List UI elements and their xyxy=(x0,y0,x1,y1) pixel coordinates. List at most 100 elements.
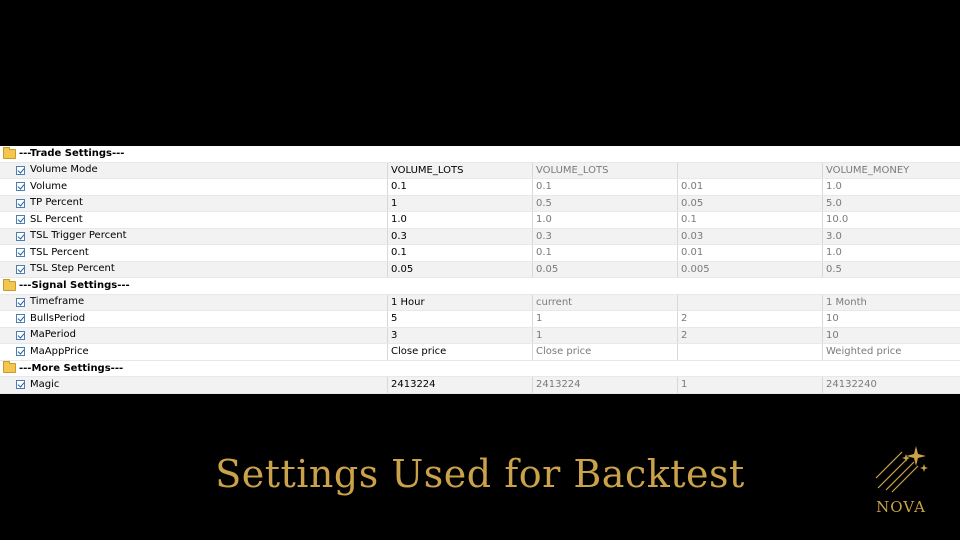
param-stop[interactable]: 0.5 xyxy=(822,261,960,277)
group-label: ---Trade Settings--- xyxy=(19,148,125,160)
checkbox-icon[interactable] xyxy=(16,198,25,208)
checkbox-icon[interactable] xyxy=(16,347,25,357)
table-row[interactable]: Volume Mode VOLUME_LOTS VOLUME_LOTS VOLU… xyxy=(0,162,960,179)
param-name: MaAppPrice xyxy=(30,345,89,357)
param-stop[interactable]: 24132240 xyxy=(822,377,960,393)
param-start[interactable]: Close price xyxy=(532,344,677,360)
group-label-wrap: ---Trade Settings--- xyxy=(3,146,124,162)
group-row-signal-settings[interactable]: ---Signal Settings--- xyxy=(0,278,960,295)
param-value[interactable]: 0.3 xyxy=(387,228,532,244)
table-row[interactable]: MaPeriod 3 1 2 10 xyxy=(0,327,960,344)
settings-table: ---Trade Settings--- Volume Mode VOLUME_… xyxy=(0,146,960,394)
param-name-cell: TP Percent xyxy=(16,196,386,212)
checkbox-icon[interactable] xyxy=(16,182,25,192)
param-value[interactable]: Close price xyxy=(387,344,532,360)
param-value[interactable]: 0.1 xyxy=(387,179,532,195)
param-stop[interactable]: 1.0 xyxy=(822,245,960,261)
param-step[interactable]: 0.1 xyxy=(677,212,822,228)
param-name-cell: TSL Trigger Percent xyxy=(16,229,386,245)
param-name-cell: Volume xyxy=(16,179,386,195)
checkbox-icon[interactable] xyxy=(16,248,25,258)
param-start[interactable]: 0.1 xyxy=(532,179,677,195)
param-step[interactable]: 2 xyxy=(677,327,822,343)
param-value[interactable]: 3 xyxy=(387,327,532,343)
param-step[interactable] xyxy=(677,344,822,360)
param-start[interactable]: 1 xyxy=(532,311,677,327)
param-name: Volume xyxy=(30,180,68,192)
param-name-cell: SL Percent xyxy=(16,212,386,228)
param-value[interactable]: 0.1 xyxy=(387,245,532,261)
param-name-cell: Magic xyxy=(16,377,386,393)
param-stop[interactable]: 10.0 xyxy=(822,212,960,228)
table-row[interactable]: TSL Percent 0.1 0.1 0.01 1.0 xyxy=(0,245,960,262)
nova-logo: NOVA xyxy=(868,440,934,520)
table-row[interactable]: MaAppPrice Close price Close price Weigh… xyxy=(0,344,960,361)
param-stop[interactable]: VOLUME_MONEY xyxy=(822,162,960,178)
param-step[interactable]: 0.01 xyxy=(677,179,822,195)
table-row[interactable]: Volume 0.1 0.1 0.01 1.0 xyxy=(0,179,960,196)
param-start[interactable]: VOLUME_LOTS xyxy=(532,162,677,178)
param-stop[interactable]: 1.0 xyxy=(822,179,960,195)
param-name: Volume Mode xyxy=(30,164,98,176)
checkbox-icon[interactable] xyxy=(16,330,25,340)
param-stop[interactable]: 10 xyxy=(822,311,960,327)
param-name: SL Percent xyxy=(30,213,83,225)
param-name: TSL Trigger Percent xyxy=(30,230,127,242)
checkbox-icon[interactable] xyxy=(16,231,25,241)
param-value[interactable]: 1 xyxy=(387,195,532,211)
star-icon xyxy=(875,446,928,493)
param-value[interactable]: 1.0 xyxy=(387,212,532,228)
param-stop[interactable]: 5.0 xyxy=(822,195,960,211)
checkbox-icon[interactable] xyxy=(16,264,25,274)
param-start[interactable]: 1.0 xyxy=(532,212,677,228)
checkbox-icon[interactable] xyxy=(16,297,25,307)
param-step[interactable] xyxy=(677,162,822,178)
folder-icon xyxy=(3,278,16,291)
checkbox-icon[interactable] xyxy=(16,380,25,390)
param-step[interactable]: 0.03 xyxy=(677,228,822,244)
param-step[interactable]: 0.05 xyxy=(677,195,822,211)
param-step[interactable]: 0.01 xyxy=(677,245,822,261)
param-value[interactable]: 0.05 xyxy=(387,261,532,277)
checkbox-icon[interactable] xyxy=(16,314,25,324)
table-row[interactable]: TSL Trigger Percent 0.3 0.3 0.03 3.0 xyxy=(0,228,960,245)
param-start[interactable]: 0.05 xyxy=(532,261,677,277)
group-row-trade-settings[interactable]: ---Trade Settings--- xyxy=(0,146,960,163)
param-stop[interactable]: 1 Month xyxy=(822,294,960,310)
param-name: TP Percent xyxy=(30,197,83,209)
param-step[interactable]: 2 xyxy=(677,311,822,327)
param-value[interactable]: 1 Hour xyxy=(387,294,532,310)
table-row[interactable]: TSL Step Percent 0.05 0.05 0.005 0.5 xyxy=(0,261,960,278)
checkbox-icon[interactable] xyxy=(16,165,25,175)
param-step[interactable]: 1 xyxy=(677,377,822,393)
table-row[interactable]: Magic 2413224 2413224 1 24132240 xyxy=(0,377,960,394)
param-name: TSL Step Percent xyxy=(30,263,115,275)
slide-title: Settings Used for Backtest xyxy=(215,452,745,496)
param-value[interactable]: VOLUME_LOTS xyxy=(387,162,532,178)
param-name-cell: TSL Step Percent xyxy=(16,262,386,278)
param-start[interactable]: 1 xyxy=(532,327,677,343)
param-step[interactable] xyxy=(677,294,822,310)
folder-icon xyxy=(3,146,16,159)
group-row-more-settings[interactable]: ---More Settings--- xyxy=(0,360,960,377)
logo-text: NOVA xyxy=(876,498,926,516)
param-start[interactable]: 0.1 xyxy=(532,245,677,261)
param-start[interactable]: 0.3 xyxy=(532,228,677,244)
table-row[interactable]: SL Percent 1.0 1.0 0.1 10.0 xyxy=(0,212,960,229)
group-label: ---Signal Settings--- xyxy=(19,280,130,292)
param-value[interactable]: 5 xyxy=(387,311,532,327)
param-value[interactable]: 2413224 xyxy=(387,377,532,393)
param-stop[interactable]: 3.0 xyxy=(822,228,960,244)
checkbox-icon[interactable] xyxy=(16,215,25,225)
param-start[interactable]: 2413224 xyxy=(532,377,677,393)
param-name: Timeframe xyxy=(30,296,85,308)
table-row[interactable]: Timeframe 1 Hour current 1 Month xyxy=(0,294,960,311)
param-step[interactable]: 0.005 xyxy=(677,261,822,277)
param-start[interactable]: current xyxy=(532,294,677,310)
param-stop[interactable]: 10 xyxy=(822,327,960,343)
param-stop[interactable]: Weighted price xyxy=(822,344,960,360)
table-row[interactable]: BullsPeriod 5 1 2 10 xyxy=(0,311,960,328)
table-row[interactable]: TP Percent 1 0.5 0.05 5.0 xyxy=(0,195,960,212)
param-start[interactable]: 0.5 xyxy=(532,195,677,211)
param-name-cell: BullsPeriod xyxy=(16,311,386,327)
